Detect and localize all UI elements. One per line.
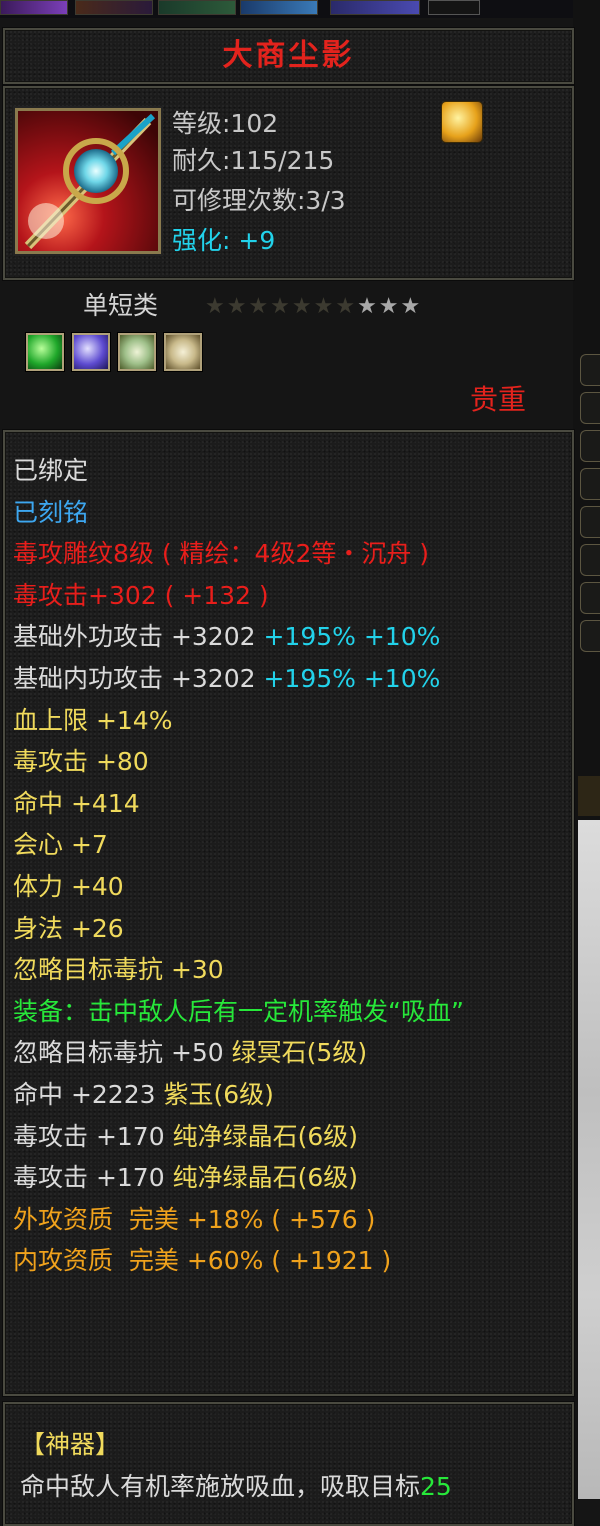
star-dim-icon: ★★★★★★★ [205,294,358,319]
star-rating: ★★★★★★★★★★ [205,292,422,322]
poison-attack-main: 毒攻击+302 ( +132 ) [13,580,269,610]
golden-enchant-icon[interactable] [442,102,482,142]
side-tab-button[interactable] [580,468,600,500]
side-tab-button[interactable] [580,430,600,462]
gem-stat-line: 毒攻击 +170 纯净绿晶石(6级) [13,1116,563,1158]
stat-line: 体力 +40 [13,871,124,901]
stats-list: 已绑定 已刻铭 毒攻雕纹8级 ( 精绘：4级2等・沉舟 ) 毒攻击+302 ( … [13,450,563,1282]
purple-gem-icon[interactable] [72,333,110,371]
stat-text: 基础外功攻击 +3202 [13,622,256,652]
artifact-header: 【神器】 [20,1430,121,1459]
stat-line: 忽略目标毒抗 +30 [13,955,224,985]
menu-corner-icon[interactable] [428,0,480,15]
valuable-tag: 贵重 [470,383,527,416]
gem-stat-line: 毒攻击 +170 纯净绿晶石(6级) [13,1157,563,1199]
stat-bonus: +195% [255,622,356,652]
weapon-category: 单短类 [83,291,159,320]
side-tab-button[interactable] [580,544,600,576]
side-window-title [578,776,600,816]
gem-name: 紫玉(6级) [155,1079,274,1109]
jade-gem-icon[interactable] [164,333,202,371]
stat-line: 毒攻击 +80 [13,747,149,777]
enhance-value: : +9 [222,226,276,255]
stat-text: 命中 +2223 [13,1079,156,1109]
item-repair-count: 可修理次数:3/3 [172,186,346,215]
stat-text: 毒攻击 +170 [13,1163,165,1193]
green-gem-icon[interactable] [26,333,64,371]
artifact-value: 25 [420,1471,452,1501]
stat-bonus: +195% [255,663,356,693]
artifact-desc: 命中敌人有机率施放吸血，吸取目标25 [20,1466,560,1508]
side-window-content [578,820,600,1499]
stat-line: 命中 +414 [13,788,140,818]
stat-line: 会心 +7 [13,830,108,860]
aptitude-line: 外攻资质 完美 +18% ( +576 ) [13,1204,376,1234]
item-title: 大商尘影 [222,38,355,73]
jade-gem-icon[interactable] [118,333,156,371]
stat-line: 基础内功攻击 +3202 +195% +10% [13,658,563,700]
stat-line: 血上限 +14% [13,705,173,735]
gem-stat-line: 命中 +2223 紫玉(6级) [13,1074,563,1116]
skill-slot-icon[interactable] [75,0,153,15]
enhance-label: 强化 [172,226,223,255]
stat-bonus: +10% [355,663,441,693]
stat-line: 身法 +26 [13,913,124,943]
tooltip-title-bar: 大商尘影 [3,28,574,84]
skill-slot-icon[interactable] [240,0,318,15]
side-tab-button[interactable] [580,354,600,386]
stat-line: 基础外功攻击 +3202 +195% +10% [13,616,563,658]
star-lit-icon: ★★★ [357,294,423,319]
item-durability: 耐久:115/215 [172,146,335,175]
side-tab-button[interactable] [580,392,600,424]
equip-effect: 装备：击中敌人后有一定机率触发“吸血” [13,996,464,1026]
skill-slot-icon[interactable] [330,0,420,15]
skill-slot-icon[interactable] [0,0,68,15]
item-enhance: 强化: +9 [172,220,275,262]
engraving-line: 毒攻雕纹8级 ( 精绘：4级2等・沉舟 ) [13,539,430,569]
stat-bonus: +10% [355,622,441,652]
side-tab-button[interactable] [580,506,600,538]
top-toolbar-strip [0,0,600,18]
skill-slot-icon[interactable] [158,0,236,15]
item-level: 等级:102 [172,109,279,138]
gem-name: 纯净绿晶石(6级) [164,1163,358,1193]
bound-status: 已绑定 [13,456,89,485]
side-tab-button[interactable] [580,620,600,652]
gem-name: 纯净绿晶石(6级) [164,1121,358,1151]
stat-text: 忽略目标毒抗 +50 [13,1038,224,1068]
engraved-status: 已刻铭 [13,497,89,527]
artifact-section: 【神器】 命中敌人有机率施放吸血，吸取目标25 [20,1424,560,1507]
stat-text: 毒攻击 +170 [13,1121,165,1151]
gem-stat-line: 忽略目标毒抗 +50 绿冥石(5级) [13,1032,563,1074]
side-tab-button[interactable] [580,582,600,614]
gem-name: 绿冥石(5级) [223,1038,368,1068]
jade-sword-icon [15,108,161,254]
aptitude-line: 内攻资质 完美 +60% ( +1921 ) [13,1246,392,1276]
artifact-desc-text: 命中敌人有机率施放吸血，吸取目标 [20,1471,421,1501]
stat-text: 基础内功攻击 +3202 [13,663,256,693]
